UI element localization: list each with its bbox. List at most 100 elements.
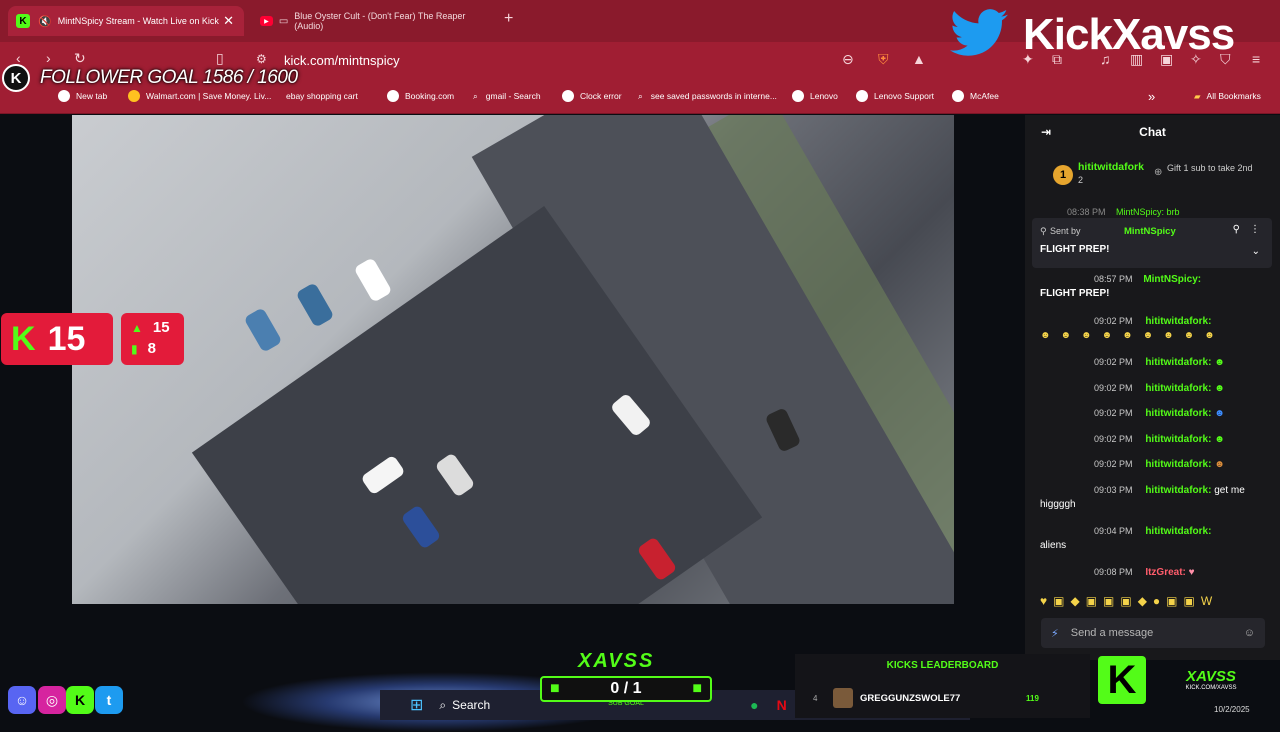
emote-row: ☻☻☻☻☻☻☻☻☻ — [1040, 330, 1225, 341]
bookmark-item[interactable]: ⌕ gmail - Search — [473, 88, 541, 104]
globe-icon — [856, 90, 868, 102]
chat-input[interactable]: ⚡ Send a message ☺ — [1041, 618, 1265, 648]
emote: ☻ — [1214, 434, 1225, 445]
gift-prompt: Gift 1 sub to take 2nd — [1167, 163, 1253, 173]
brave-shield-icon[interactable]: ⛨ — [878, 51, 889, 68]
pinned-sent-by: Sent by — [1050, 226, 1081, 236]
kick-icon: K — [66, 686, 94, 714]
sub-goal-label: SUB GOAL — [608, 700, 644, 707]
mute-icon[interactable]: 🔇 — [38, 15, 52, 28]
kick-favicon-icon: K — [16, 14, 30, 28]
chat-message[interactable]: 09:02 PM hititwitdafork: ☻☻☻☻☻☻☻☻☻ — [1040, 314, 1265, 343]
collapse-chat-icon[interactable]: ⇥ — [1041, 125, 1051, 139]
tab-mintnspicy[interactable]: K 🔇 MintNSpicy Stream - Watch Live on Ki… — [8, 6, 244, 36]
kick-right-icon: ■ — [692, 680, 702, 697]
sub-goal-value: 0 / 1 — [610, 680, 642, 697]
channel-logo: XAVSS KICK.COM/XAVSS — [1156, 668, 1266, 700]
pinned-message[interactable]: ⚲ Sent by MintNSpicy FLIGHT PREP! ⚲ ⋮ ⌄ — [1032, 218, 1272, 268]
tab-label: Blue Oyster Cult - (Don't Fear) The Reap… — [294, 11, 466, 31]
globe-icon — [952, 90, 964, 102]
bookmark-item[interactable]: McAfee — [952, 88, 999, 104]
top-gifter[interactable]: 1 hititwitdafork 2 ⊕ Gift 1 sub to take … — [1051, 161, 1253, 191]
chat-message[interactable]: 09:02 PM hititwitdafork: ☻ — [1040, 457, 1265, 472]
windows-start-icon[interactable]: ⊞ — [410, 695, 423, 715]
bookmark-item[interactable]: Booking.com — [387, 88, 454, 104]
discord-icon: ☺ — [8, 686, 36, 714]
folder-icon: ▰ — [1194, 90, 1201, 101]
all-bookmarks[interactable]: ▰ All Bookmarks — [1194, 88, 1261, 104]
chat-message[interactable]: 09:02 PM hititwitdafork: ☻ — [1040, 432, 1265, 447]
twitter-icon: t — [95, 686, 123, 714]
kick-logo-icon: K — [11, 319, 36, 358]
emote: ☻ — [1214, 459, 1225, 470]
rewards-icon[interactable]: ▲ — [912, 51, 926, 67]
bookmark-item[interactable]: Clock error — [562, 88, 622, 104]
chat-message[interactable]: 09:03 PM hititwitdafork: get me higgggh — [1040, 483, 1265, 512]
zoom-icon[interactable]: ⊖ — [842, 51, 854, 68]
top-gifter-count: 2 — [1078, 175, 1084, 185]
close-tab-icon[interactable]: ✕ — [223, 13, 234, 29]
pinned-user: MintNSpicy — [1124, 226, 1176, 237]
stream-video[interactable] — [72, 115, 954, 604]
screen-icon: ▭ — [278, 15, 289, 27]
follower-goal-text: FOLLOWER GOAL 1586 / 1600 — [40, 67, 298, 88]
brand-name: KickXavss — [1023, 10, 1235, 59]
chevron-down-icon[interactable]: ⌄ — [1252, 246, 1260, 257]
pin-icon: ⚲ — [1040, 226, 1047, 236]
avatar — [833, 688, 853, 708]
instagram-icon: ◎ — [38, 686, 66, 714]
bookmark-item[interactable]: Lenovo — [792, 88, 838, 104]
tab-youtube[interactable]: ▶ ▭ Blue Oyster Cult - (Don't Fear) The … — [260, 6, 480, 36]
more-icon[interactable]: ⋮ — [1250, 224, 1260, 235]
bookmark-item[interactable]: Lenovo Support — [856, 88, 934, 104]
chat-message[interactable]: 09:08 PM ItzGreat: ♥ — [1040, 565, 1265, 580]
leaderboard-rank: 4 — [813, 694, 818, 703]
bar-chart-icon: ▮ — [131, 341, 138, 356]
ghost-message: 08:38 PM MintNSpicy: brb — [1067, 207, 1180, 217]
more-bookmarks-icon[interactable]: » — [1148, 88, 1155, 104]
channel-logo-sub: KICK.COM/XAVSS — [1185, 685, 1237, 691]
spotify-icon[interactable]: ● — [750, 697, 758, 713]
kick-big-logo-icon: K — [1098, 656, 1146, 704]
unpin-icon[interactable]: ⚲ — [1233, 224, 1240, 235]
emote: ☻ — [1214, 357, 1225, 368]
emote: ♥ — [1188, 567, 1195, 578]
up-arrow-icon: ▲ — [131, 320, 143, 335]
video-car — [243, 307, 283, 353]
search-icon: ⌕ — [439, 697, 447, 712]
leaderboard-name: GREGGUNZSWOLE77 — [860, 693, 961, 704]
emoji-icon[interactable]: ☺ — [1244, 627, 1255, 639]
bolt-icon: ⚡ — [1051, 627, 1059, 640]
chat-message[interactable]: 08:57 PM MintNSpicy: FLIGHT PREP! — [1040, 272, 1265, 301]
leaderboard-title: KICKS LEADERBOARD — [886, 660, 999, 671]
youtube-favicon-icon: ▶ — [260, 16, 273, 26]
sub-goal-widget: XAVSS ■ 0 / 1 ■ SUB GOAL — [540, 650, 712, 708]
rank-one-badge: 1 — [1053, 165, 1073, 185]
stream-stats-badge: ▲ 15 ▮ 8 — [121, 313, 184, 365]
chat-message[interactable]: 09:04 PM hititwitdafork: aliens — [1040, 524, 1265, 553]
new-tab-icon[interactable]: + — [504, 10, 513, 28]
taskbar-search[interactable]: Search — [452, 698, 490, 712]
globe-icon — [387, 90, 399, 102]
netflix-icon[interactable]: N — [777, 697, 787, 713]
follower-goal: K FOLLOWER GOAL 1586 / 1600 — [2, 64, 328, 92]
taskbar-date: 10/2/2025 — [1214, 705, 1250, 714]
channel-logo-text: XAVSS — [1186, 668, 1236, 685]
emote: ☻ — [1214, 408, 1225, 419]
chat-message[interactable]: 09:02 PM hititwitdafork: ☻ — [1040, 355, 1265, 370]
brand-overlay: KickXavss — [950, 6, 1280, 66]
globe-icon — [792, 90, 804, 102]
chat-message[interactable]: 09:02 PM hititwitdafork: ☻ — [1040, 381, 1265, 396]
leaderboard-score: 119 — [1026, 694, 1039, 703]
pinned-text: FLIGHT PREP! — [1040, 244, 1110, 255]
globe-icon — [562, 90, 574, 102]
chat-input-placeholder: Send a message — [1070, 627, 1154, 639]
chat-message[interactable]: 09:02 PM hititwitdafork: ☻ — [1040, 406, 1265, 421]
emote: ☻ — [1214, 383, 1225, 394]
tab-label: MintNSpicy Stream - Watch Live on Kick — [57, 16, 219, 26]
top-gifter-name: hititwitdafork — [1078, 161, 1144, 173]
kick-logo-icon: K — [2, 64, 30, 92]
search-icon: ⌕ — [473, 90, 478, 101]
bookmark-item[interactable]: ⌕ see saved passwords in interne... — [638, 88, 777, 104]
emote-bar[interactable]: ♥▣◆▣▣▣◆●▣▣W — [1040, 594, 1265, 612]
